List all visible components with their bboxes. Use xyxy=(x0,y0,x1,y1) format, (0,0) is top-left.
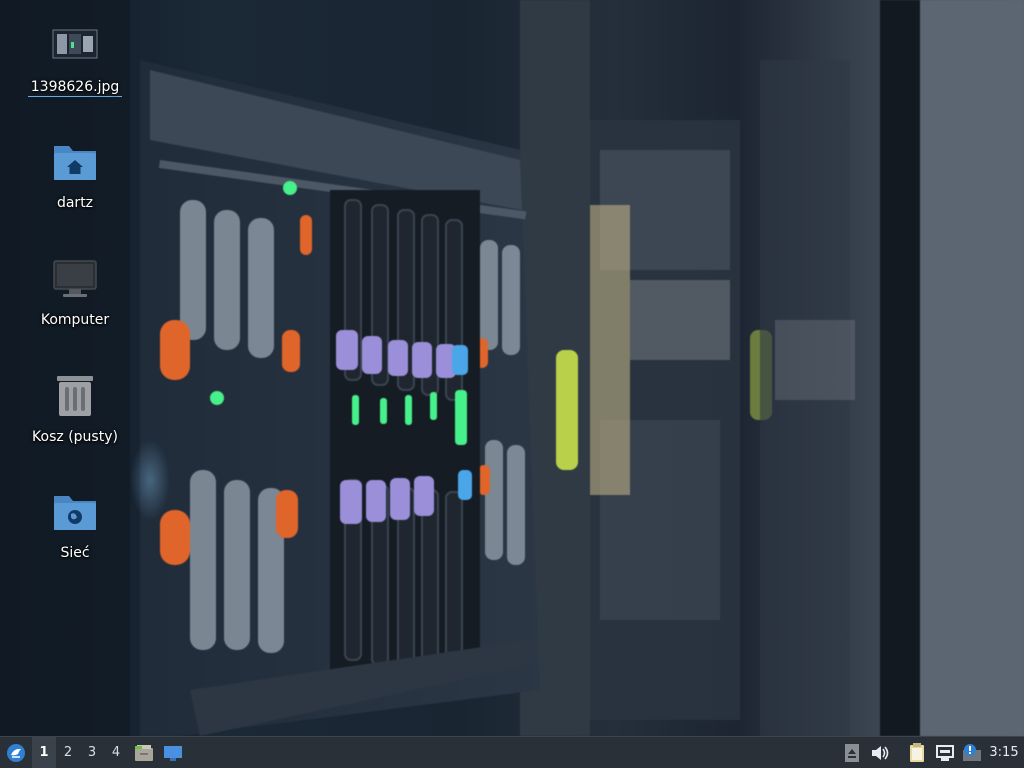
workspace-3-button[interactable]: 3 xyxy=(80,737,104,768)
volume-button[interactable] xyxy=(869,737,891,768)
application-menu-button[interactable] xyxy=(4,737,28,768)
clipboard-icon xyxy=(910,742,924,762)
application-menu-icon xyxy=(7,743,25,762)
clock[interactable]: 3:15 xyxy=(986,737,1022,768)
desktop-icon-label: Sieć xyxy=(60,545,90,561)
network-folder-icon xyxy=(51,490,99,538)
workspace-1-button[interactable]: 1 xyxy=(32,737,56,768)
workspace-2-button[interactable]: 2 xyxy=(56,737,80,768)
trash-empty-icon xyxy=(51,374,99,422)
desktop-icon-computer[interactable]: Komputer xyxy=(20,257,130,329)
desktop-icon-label: 1398626.jpg xyxy=(27,79,123,97)
desktop-icon-network[interactable]: Sieć xyxy=(20,490,130,562)
volume-icon xyxy=(872,745,889,760)
file-manager-icon xyxy=(135,744,153,761)
eject-icon xyxy=(845,743,859,762)
show-desktop-button[interactable] xyxy=(161,737,185,768)
eject-button[interactable] xyxy=(842,737,862,768)
desktop-wallpaper xyxy=(0,0,1024,736)
desktop-icon-label: Komputer xyxy=(40,312,110,328)
desktop-icon-label: Kosz (pusty) xyxy=(32,429,118,445)
desktop-icon-trash[interactable]: Kosz (pusty) xyxy=(20,374,130,446)
desktop-icon-image-file[interactable]: 1398626.jpg xyxy=(20,24,130,97)
computer-monitor-icon xyxy=(51,257,99,305)
desktop-icon-home-folder[interactable]: dartz xyxy=(20,140,130,212)
network-status-button[interactable] xyxy=(933,737,957,768)
workspace-4-button[interactable]: 4 xyxy=(104,737,128,768)
taskbar-panel: 1 2 3 4 3:15 xyxy=(0,736,1024,768)
image-file-icon xyxy=(51,24,99,72)
desktop-icon-label: dartz xyxy=(56,195,94,211)
network-wired-icon xyxy=(936,744,954,761)
update-notifier-button[interactable] xyxy=(960,737,984,768)
server-rack-photo xyxy=(0,0,1024,736)
show-desktop-icon xyxy=(164,745,182,761)
clock-time: 3:15 xyxy=(989,745,1019,760)
home-folder-icon xyxy=(51,140,99,188)
clipboard-button[interactable] xyxy=(906,737,928,768)
file-manager-launcher[interactable] xyxy=(132,737,156,768)
update-notifier-icon xyxy=(963,743,981,761)
